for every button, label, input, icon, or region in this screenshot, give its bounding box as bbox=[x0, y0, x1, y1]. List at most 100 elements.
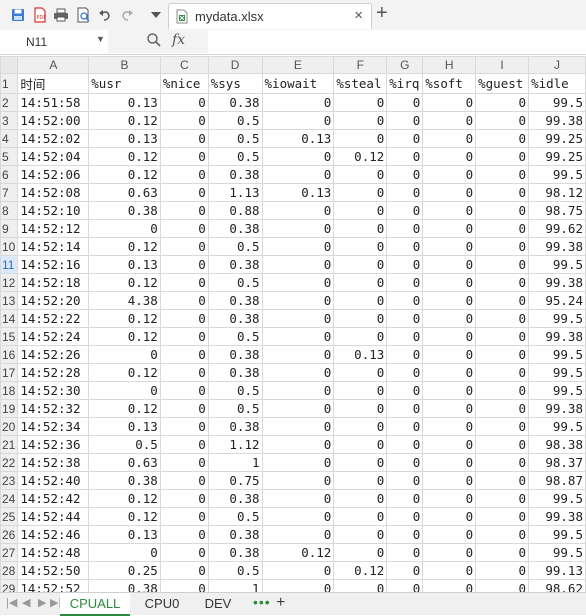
cell[interactable]: 0 bbox=[333, 255, 388, 274]
cell[interactable]: 14:52:28 bbox=[17, 363, 90, 382]
cell[interactable]: 0.5 bbox=[207, 381, 263, 400]
cell[interactable]: 0 bbox=[333, 273, 388, 292]
cell[interactable]: 0 bbox=[159, 489, 209, 508]
cell[interactable]: 99.62 bbox=[528, 219, 586, 238]
sheet-tab[interactable]: DEV bbox=[196, 593, 240, 614]
cell[interactable]: 14:52:36 bbox=[17, 435, 90, 454]
cell[interactable]: 0.13 bbox=[261, 129, 335, 148]
cell[interactable]: 0 bbox=[88, 345, 161, 364]
cell[interactable]: 0 bbox=[159, 399, 209, 418]
row-header[interactable]: 13 bbox=[0, 291, 19, 310]
cell[interactable]: 0 bbox=[261, 111, 335, 130]
cell[interactable]: 0 bbox=[475, 201, 530, 220]
cell[interactable]: 99.25 bbox=[528, 147, 586, 166]
cell[interactable]: 99.5 bbox=[528, 345, 586, 364]
cell[interactable]: 0.12 bbox=[261, 543, 335, 562]
column-header[interactable]: C bbox=[159, 56, 209, 74]
row-header[interactable]: 15 bbox=[0, 327, 19, 346]
print-icon[interactable] bbox=[53, 7, 69, 23]
cell[interactable]: 0 bbox=[261, 579, 335, 592]
cell[interactable]: 0.5 bbox=[207, 507, 263, 526]
cell[interactable]: 0 bbox=[261, 93, 335, 112]
cell[interactable]: 0 bbox=[261, 489, 335, 508]
cell[interactable]: 14:52:08 bbox=[17, 183, 90, 202]
cell[interactable]: 0 bbox=[261, 309, 335, 328]
cell[interactable]: 0 bbox=[261, 399, 335, 418]
cell[interactable]: 0 bbox=[261, 363, 335, 382]
cell[interactable]: 0 bbox=[475, 543, 530, 562]
cell[interactable]: 0 bbox=[475, 435, 530, 454]
row-header[interactable]: 10 bbox=[0, 237, 19, 256]
cell[interactable]: 0 bbox=[475, 561, 530, 580]
row-header[interactable]: 8 bbox=[0, 201, 19, 220]
cell[interactable]: 0 bbox=[88, 381, 161, 400]
cell[interactable]: 14:52:34 bbox=[17, 417, 90, 436]
column-header[interactable]: A bbox=[17, 56, 90, 74]
cell[interactable]: 0 bbox=[475, 129, 530, 148]
cell[interactable]: 0 bbox=[333, 525, 388, 544]
cell[interactable]: 99.38 bbox=[528, 111, 586, 130]
cell[interactable]: 0 bbox=[475, 417, 530, 436]
cell[interactable]: 0 bbox=[422, 111, 477, 130]
cell[interactable]: 0 bbox=[159, 255, 209, 274]
cell[interactable]: 0 bbox=[422, 579, 477, 592]
header-cell[interactable]: %soft bbox=[422, 73, 477, 94]
customize-toolbar-icon[interactable] bbox=[148, 7, 164, 23]
cell[interactable]: 0 bbox=[386, 309, 424, 328]
cell[interactable]: 14:52:38 bbox=[17, 453, 90, 472]
row-header[interactable]: 24 bbox=[0, 489, 19, 508]
cell[interactable]: 0.38 bbox=[207, 165, 263, 184]
column-header[interactable]: F bbox=[333, 56, 388, 74]
cell[interactable]: 0 bbox=[333, 327, 388, 346]
cell[interactable]: 0 bbox=[386, 219, 424, 238]
cell[interactable]: 0 bbox=[333, 543, 388, 562]
cell[interactable]: 0.38 bbox=[207, 219, 263, 238]
close-tab-icon[interactable]: × bbox=[354, 7, 363, 24]
row-header[interactable]: 11 bbox=[0, 255, 19, 274]
row-header[interactable]: 6 bbox=[0, 165, 19, 184]
cell[interactable]: 0 bbox=[159, 363, 209, 382]
cell[interactable]: 0.38 bbox=[207, 417, 263, 436]
row-header[interactable]: 22 bbox=[0, 453, 19, 472]
cell[interactable]: 0 bbox=[422, 183, 477, 202]
cell[interactable]: 99.5 bbox=[528, 93, 586, 112]
cell[interactable]: 0 bbox=[475, 147, 530, 166]
cell[interactable]: 0 bbox=[333, 507, 388, 526]
column-header[interactable]: D bbox=[207, 56, 263, 74]
row-header[interactable]: 27 bbox=[0, 543, 19, 562]
column-header[interactable]: G bbox=[386, 56, 424, 74]
cell[interactable]: 0 bbox=[422, 363, 477, 382]
cell[interactable]: 0 bbox=[386, 507, 424, 526]
cell[interactable]: 0 bbox=[159, 309, 209, 328]
row-header[interactable]: 23 bbox=[0, 471, 19, 490]
cell[interactable]: 99.25 bbox=[528, 129, 586, 148]
header-cell[interactable]: %irq bbox=[386, 73, 424, 94]
header-cell[interactable]: %guest bbox=[475, 73, 530, 94]
row-header[interactable]: 29 bbox=[0, 579, 19, 592]
cell[interactable]: 0 bbox=[261, 525, 335, 544]
cell[interactable]: 14:52:24 bbox=[17, 327, 90, 346]
cell[interactable]: 14:52:32 bbox=[17, 399, 90, 418]
cell[interactable]: 95.24 bbox=[528, 291, 586, 310]
cell[interactable]: 0 bbox=[333, 111, 388, 130]
cell[interactable]: 0 bbox=[159, 147, 209, 166]
cell[interactable]: 0 bbox=[386, 255, 424, 274]
cell[interactable]: 0 bbox=[386, 201, 424, 220]
column-header[interactable]: J bbox=[528, 56, 586, 74]
cell[interactable]: 14:52:22 bbox=[17, 309, 90, 328]
cell[interactable]: 0 bbox=[475, 273, 530, 292]
cell[interactable]: 0 bbox=[422, 165, 477, 184]
cell[interactable]: 0 bbox=[261, 273, 335, 292]
cell[interactable]: 0 bbox=[333, 417, 388, 436]
cell[interactable]: 99.5 bbox=[528, 309, 586, 328]
cell[interactable]: 14:52:46 bbox=[17, 525, 90, 544]
cell[interactable]: 0 bbox=[261, 561, 335, 580]
cell[interactable]: 0 bbox=[475, 579, 530, 592]
cell[interactable]: 14:52:40 bbox=[17, 471, 90, 490]
cell[interactable]: 14:52:18 bbox=[17, 273, 90, 292]
cell[interactable]: 0 bbox=[475, 345, 530, 364]
cell[interactable]: 0.12 bbox=[333, 147, 388, 166]
cell[interactable]: 0 bbox=[333, 399, 388, 418]
next-sheet-icon[interactable]: ▶ bbox=[38, 596, 46, 609]
cell[interactable]: 0 bbox=[333, 579, 388, 592]
